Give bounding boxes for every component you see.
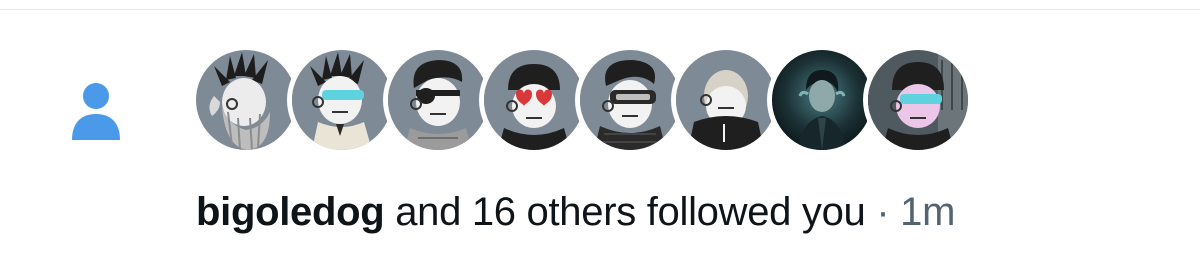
separator: ·	[865, 190, 901, 234]
username-link[interactable]: bigoledog	[196, 190, 385, 234]
avatar-5[interactable]	[580, 50, 680, 150]
avatar-2[interactable]	[292, 50, 392, 150]
person-icon	[72, 83, 120, 140]
follow-notification[interactable]: bigoledog and 16 others followed you · 1…	[0, 10, 1200, 261]
avatar-7[interactable]	[772, 50, 872, 150]
avatar-3[interactable]	[388, 50, 488, 150]
avatar-6[interactable]	[676, 50, 776, 150]
avatar-4[interactable]	[484, 50, 584, 150]
notification-text: bigoledog and 16 others followed you · 1…	[196, 188, 955, 236]
action-text: and 16 others followed you	[384, 190, 866, 234]
avatar-stack	[196, 50, 976, 150]
timestamp[interactable]: 1m	[900, 190, 955, 234]
avatar-8[interactable]	[868, 50, 968, 150]
avatar-1[interactable]	[196, 50, 296, 150]
